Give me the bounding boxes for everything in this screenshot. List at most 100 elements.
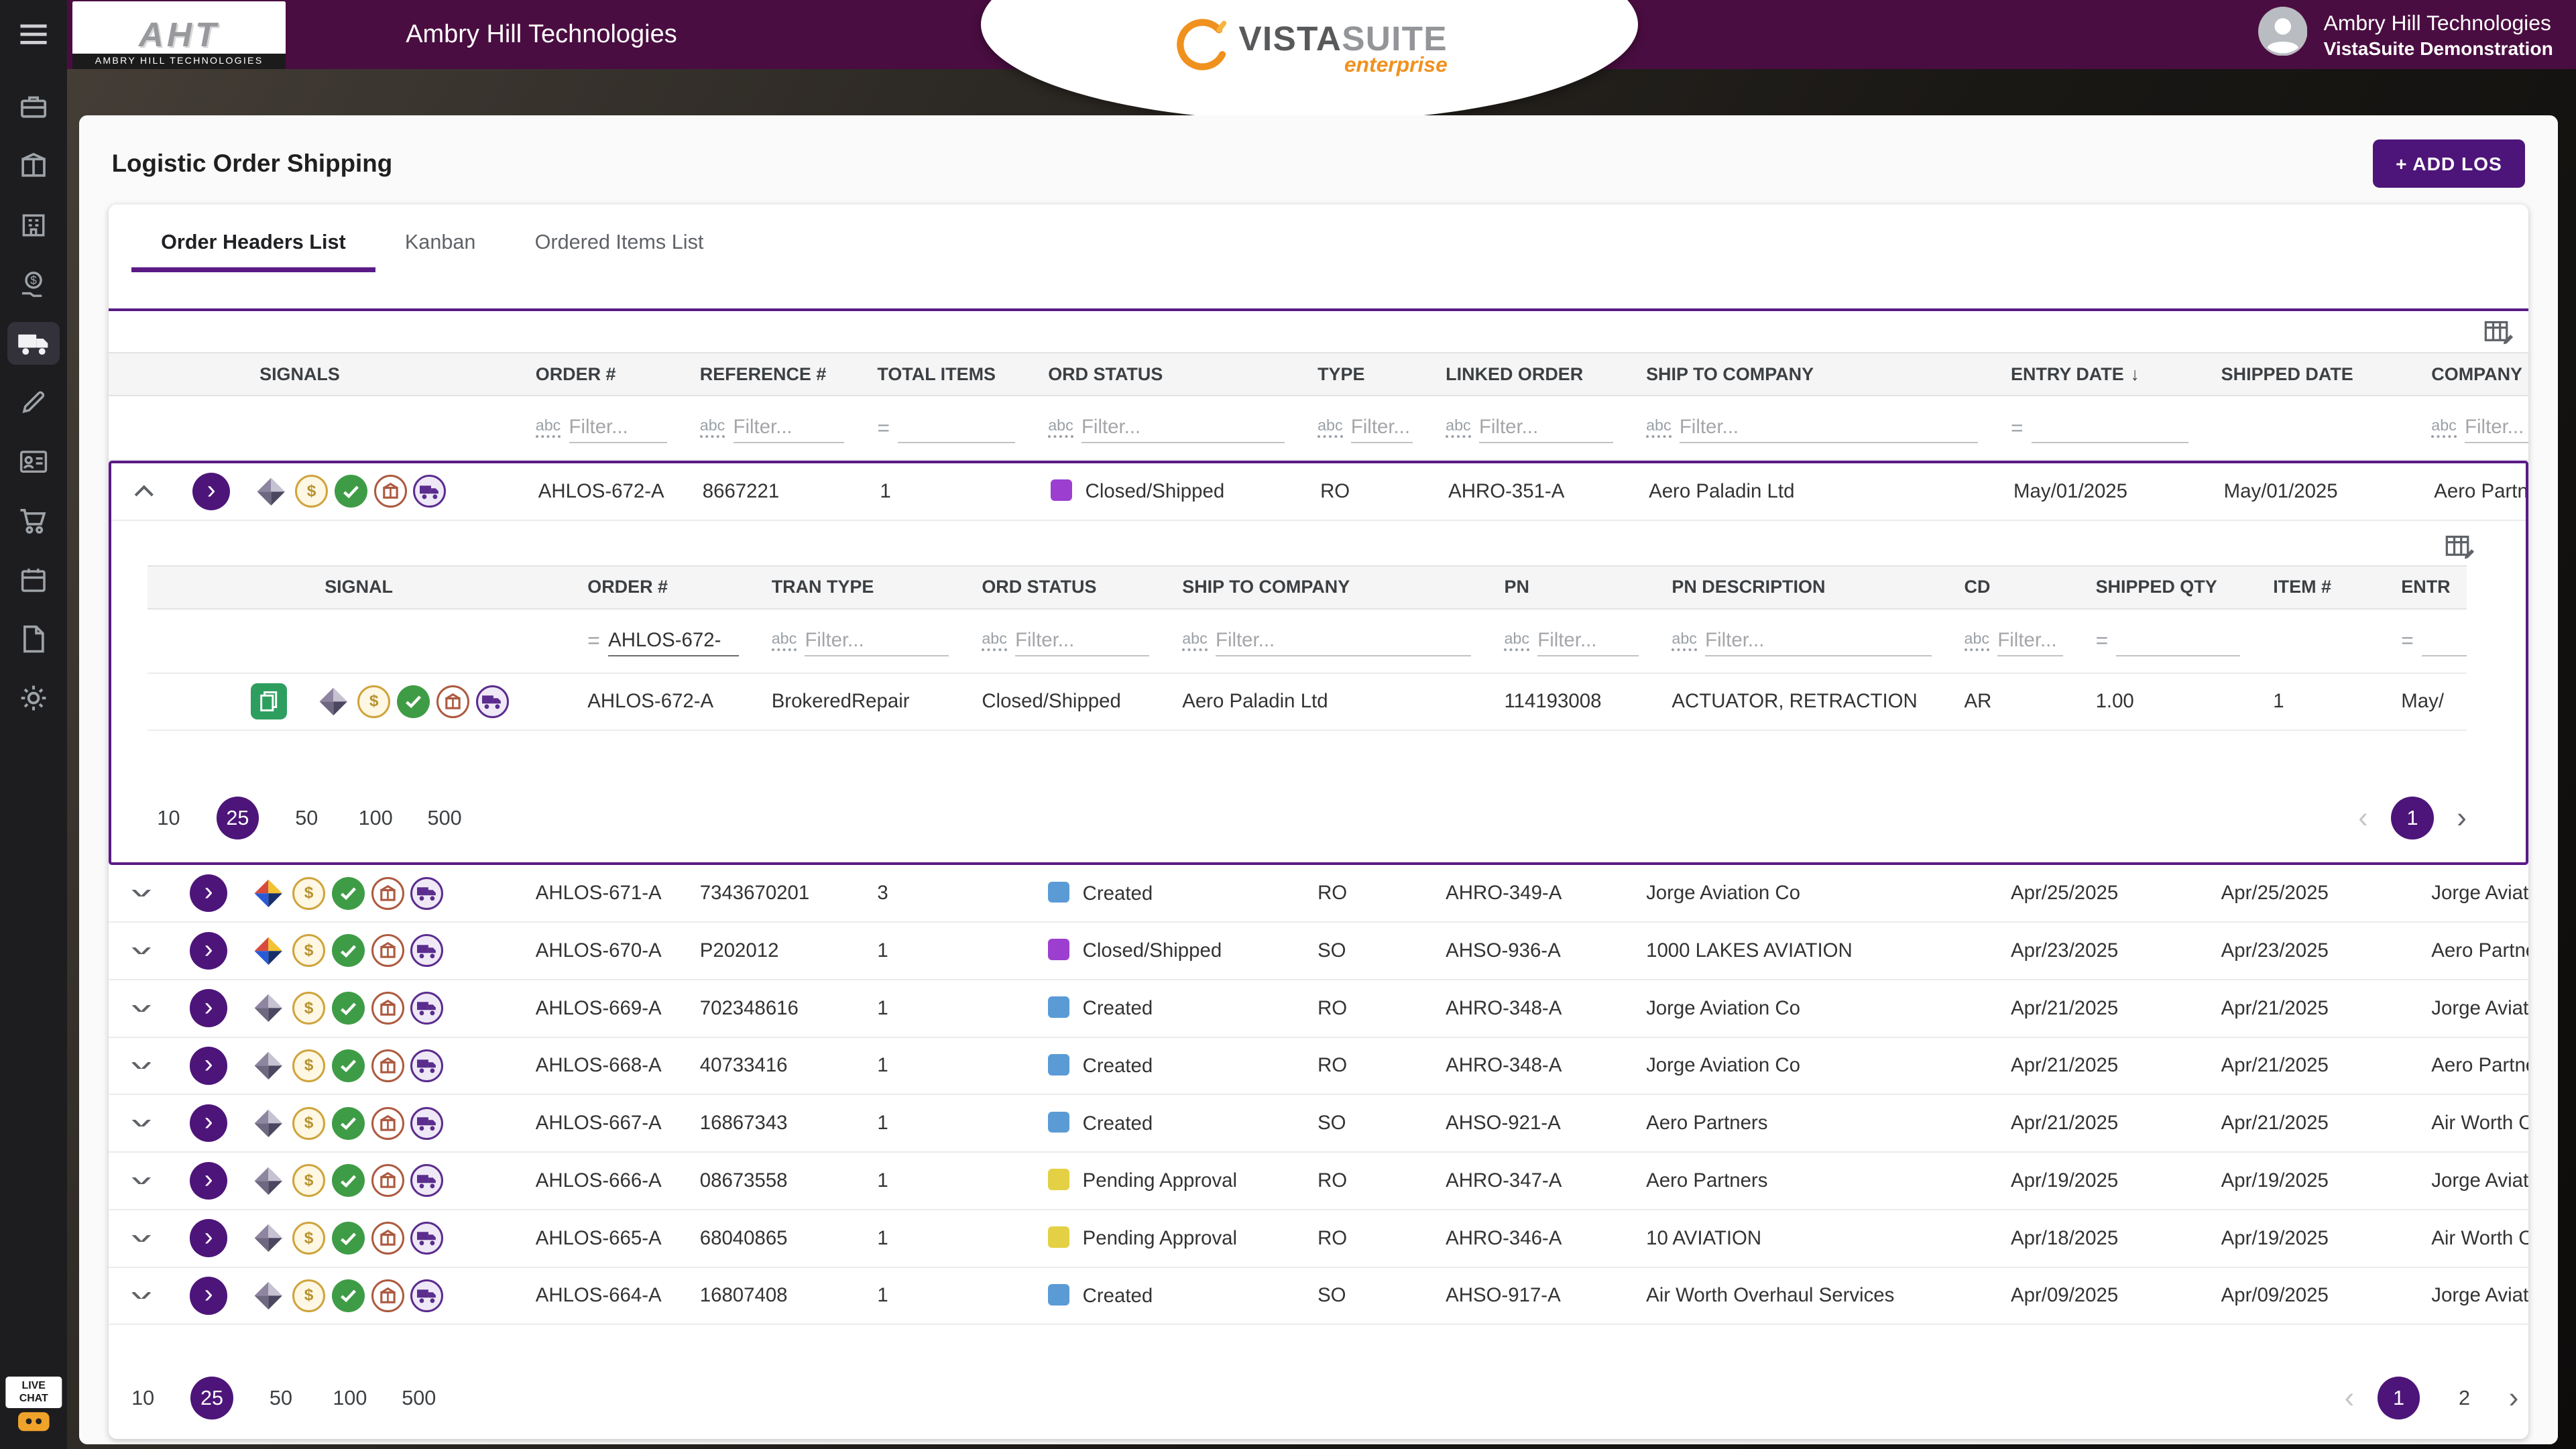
column-header-signal[interactable]: SIGNAL: [308, 577, 571, 597]
column-header-ord-status[interactable]: ORD STATUS: [965, 577, 1166, 597]
filter-input[interactable]: [1351, 412, 1413, 443]
column-header-order[interactable]: ORDER #: [571, 577, 755, 597]
column-header-linked-order[interactable]: LINKED ORDER: [1429, 364, 1630, 385]
open-order-button[interactable]: ›: [190, 874, 227, 912]
sidebar-item-facilities[interactable]: [7, 204, 60, 247]
next-page-button[interactable]: ›: [2457, 803, 2467, 833]
column-header-company[interactable]: COMPANY: [2415, 364, 2528, 385]
page-size-50[interactable]: 50: [259, 1377, 302, 1419]
column-header-reference[interactable]: REFERENCE #: [683, 364, 861, 385]
filter-input[interactable]: [1216, 626, 1471, 656]
filter-input[interactable]: [608, 626, 739, 656]
page-size-10[interactable]: 10: [148, 797, 190, 839]
prev-page-button[interactable]: ‹: [2358, 803, 2368, 833]
page-1[interactable]: 1: [2391, 797, 2434, 839]
expand-row-chevron[interactable]: [132, 1177, 151, 1184]
sidebar-item-work-orders[interactable]: [7, 85, 60, 128]
sidebar-item-inventory[interactable]: [7, 145, 60, 188]
column-header-entr[interactable]: ENTR: [2385, 577, 2467, 597]
collapse-row-chevron[interactable]: [135, 485, 154, 502]
filter-input[interactable]: [2422, 626, 2467, 656]
user-menu[interactable]: Ambry Hill Technologies VistaSuite Demon…: [2258, 0, 2553, 69]
open-order-button[interactable]: ›: [190, 989, 227, 1027]
type-cell: RO: [1301, 882, 1429, 905]
filter-input[interactable]: [1479, 412, 1613, 443]
sidebar-item-schedule[interactable]: [7, 559, 60, 601]
open-order-button[interactable]: ›: [190, 1162, 227, 1200]
expand-row-chevron[interactable]: [132, 890, 151, 896]
sidebar-item-purchasing[interactable]: [7, 500, 60, 542]
filter-input[interactable]: [2116, 626, 2240, 656]
column-header-shipped-date[interactable]: SHIPPED DATE: [2205, 364, 2415, 385]
expand-row-chevron[interactable]: [132, 1005, 151, 1012]
column-header-cd[interactable]: CD: [1948, 577, 2079, 597]
next-page-button[interactable]: ›: [2509, 1383, 2519, 1413]
sidebar-item-orders-edit[interactable]: [7, 381, 60, 424]
sidebar-item-settings[interactable]: [7, 677, 60, 719]
filter-input[interactable]: [1997, 626, 2062, 656]
open-order-button[interactable]: ›: [190, 932, 227, 970]
column-header-type[interactable]: TYPE: [1301, 364, 1429, 385]
page-size-500[interactable]: 500: [423, 797, 466, 839]
filter-input[interactable]: [2032, 412, 2188, 443]
filter-input[interactable]: [734, 412, 845, 443]
expand-row-chevron[interactable]: [132, 1120, 151, 1126]
filter-input[interactable]: [1015, 626, 1149, 656]
column-header-shipped-qty[interactable]: SHIPPED QTY: [2079, 577, 2257, 597]
expand-row-chevron[interactable]: [132, 1235, 151, 1242]
page-size-50[interactable]: 50: [285, 797, 328, 839]
page-size-500[interactable]: 500: [398, 1377, 441, 1419]
column-header-tran-type[interactable]: TRAN TYPE: [755, 577, 965, 597]
filter-input[interactable]: [1705, 626, 1931, 656]
open-order-button[interactable]: ›: [190, 1277, 227, 1314]
page-1[interactable]: 1: [2378, 1377, 2420, 1419]
column-header-pn-description[interactable]: PN DESCRIPTION: [1655, 577, 1948, 597]
expand-row-chevron[interactable]: [132, 1062, 151, 1069]
filter-input[interactable]: [1081, 412, 1285, 443]
column-header-pn[interactable]: PN: [1488, 577, 1655, 597]
sidebar-item-contacts[interactable]: [7, 441, 60, 483]
prev-page-button[interactable]: ‹: [2345, 1383, 2355, 1413]
truck-icon: [17, 331, 50, 356]
expand-row-chevron[interactable]: [132, 947, 151, 954]
page-2[interactable]: 2: [2443, 1377, 2486, 1419]
live-chat-button[interactable]: LIVE CHAT: [6, 1377, 62, 1439]
page-size-10[interactable]: 10: [121, 1377, 164, 1419]
sidebar-item-menu[interactable]: [7, 13, 60, 56]
add-los-button[interactable]: + ADD LOS: [2373, 139, 2525, 188]
edit-columns-icon[interactable]: [2484, 319, 2516, 347]
filter-input[interactable]: [898, 412, 1015, 443]
sidebar-item-documents[interactable]: [7, 618, 60, 660]
filter-input[interactable]: [805, 626, 949, 656]
page-size-25[interactable]: 25: [217, 797, 259, 839]
filter-input[interactable]: [2465, 412, 2528, 443]
open-order-button[interactable]: ›: [192, 473, 230, 510]
open-order-button[interactable]: ›: [190, 1219, 227, 1257]
copy-item-button[interactable]: [251, 683, 287, 719]
column-header-ship-to-company[interactable]: SHIP TO COMPANY: [1630, 364, 1995, 385]
page-size-25[interactable]: 25: [190, 1377, 233, 1419]
tab-kanban[interactable]: Kanban: [375, 209, 506, 272]
column-header-total-items[interactable]: TOTAL ITEMS: [861, 364, 1032, 385]
open-order-button[interactable]: ›: [190, 1047, 227, 1084]
tab-ordered-items-list[interactable]: Ordered Items List: [506, 209, 734, 272]
column-header-item[interactable]: ITEM #: [2257, 577, 2385, 597]
edit-columns-icon[interactable]: [2445, 534, 2477, 562]
sidebar-item-shipping[interactable]: [7, 322, 60, 365]
page-size-100[interactable]: 100: [354, 797, 397, 839]
aht-logo[interactable]: AHT AMBRY HILL TECHNOLOGIES: [72, 1, 286, 68]
column-header-ord-status[interactable]: ORD STATUS: [1032, 364, 1301, 385]
column-header-entry-date[interactable]: ENTRY DATE↓: [1995, 364, 2205, 385]
open-order-button[interactable]: ›: [190, 1104, 227, 1142]
company-cell: Air Worth O: [2415, 1112, 2528, 1135]
expand-row-chevron[interactable]: [132, 1292, 151, 1299]
sidebar-item-finance[interactable]: $: [7, 263, 60, 306]
filter-input[interactable]: [569, 412, 667, 443]
column-header-ship-to-company[interactable]: SHIP TO COMPANY: [1166, 577, 1488, 597]
page-size-100[interactable]: 100: [329, 1377, 371, 1419]
tab-order-headers-list[interactable]: Order Headers List: [131, 209, 375, 272]
column-header-order[interactable]: ORDER #: [519, 364, 683, 385]
filter-input[interactable]: [1680, 412, 1978, 443]
filter-input[interactable]: [1537, 626, 1639, 656]
column-header-signals[interactable]: SIGNALS: [243, 364, 520, 385]
